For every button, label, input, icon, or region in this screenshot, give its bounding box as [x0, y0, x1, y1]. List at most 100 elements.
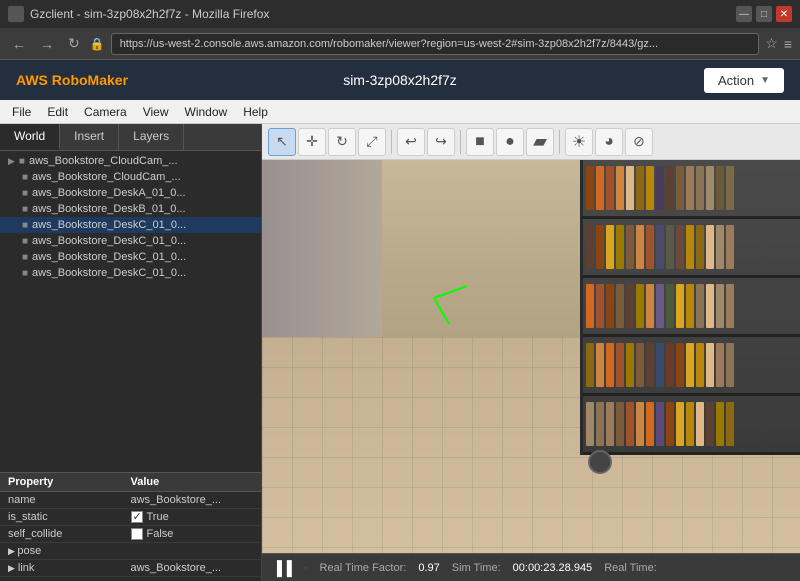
add-cylinder-button[interactable]: ▰: [526, 128, 554, 156]
prop-value-link: aws_Bookstore_...: [131, 562, 254, 574]
property-row-self-collide: self_collide False: [0, 526, 261, 543]
book-item: [696, 284, 704, 328]
property-row-pose[interactable]: pose: [0, 543, 261, 560]
shelf-row: [583, 160, 800, 219]
properties-header: Property Value: [0, 473, 261, 492]
book-item: [596, 225, 604, 269]
is-static-checkbox[interactable]: [131, 511, 143, 523]
property-row-link[interactable]: ▶link aws_Bookstore_...: [0, 560, 261, 577]
book-item: [666, 166, 674, 210]
book-item: [636, 284, 644, 328]
forward-button[interactable]: →: [36, 34, 58, 54]
book-item: [666, 402, 674, 446]
book-item: [596, 343, 604, 387]
action-button[interactable]: Action ▼: [704, 68, 784, 93]
scene-background: [262, 160, 800, 553]
menu-edit[interactable]: Edit: [39, 103, 76, 121]
rotate-tool-button[interactable]: ↻: [328, 128, 356, 156]
list-item[interactable]: ■ aws_Bookstore_DeskC_01_0...: [0, 217, 261, 233]
tab-insert[interactable]: Insert: [60, 124, 119, 150]
titlebar-text: Gzclient - sim-3zp08x2h2f7z - Mozilla Fi…: [30, 7, 736, 21]
add-spotlight-button[interactable]: ◕: [595, 128, 623, 156]
prop-name-label: self_collide: [8, 528, 131, 540]
maximize-button[interactable]: □: [756, 6, 772, 22]
book-item: [666, 284, 674, 328]
menu-window[interactable]: Window: [177, 103, 236, 121]
book-item: [606, 166, 614, 210]
list-item[interactable]: ■ aws_Bookstore_DeskC_01_0...: [0, 265, 261, 281]
book-item: [656, 284, 664, 328]
refresh-button[interactable]: ↻: [64, 33, 84, 54]
list-item[interactable]: ■ aws_Bookstore_DeskC_01_0...: [0, 233, 261, 249]
book-item: [726, 284, 734, 328]
addressbar: ← → ↻ 🔒 https://us-west-2.console.aws.am…: [0, 28, 800, 60]
add-sphere-button[interactable]: ●: [496, 128, 524, 156]
add-sun-button[interactable]: ☀: [565, 128, 593, 156]
add-directional-button[interactable]: ⊘: [625, 128, 653, 156]
book-item: [696, 343, 704, 387]
app-header: AWS RoboMaker sim-3zp08x2h2f7z Action ▼: [0, 60, 800, 100]
book-item: [706, 284, 714, 328]
main-content: World Insert Layers ▶ ■ aws_Bookstore_Cl…: [0, 124, 800, 581]
expand-link-icon: ▶: [8, 563, 15, 574]
menu-file[interactable]: File: [4, 103, 39, 121]
list-item[interactable]: ■ aws_Bookstore_DeskC_01_0...: [0, 249, 261, 265]
move-tool-button[interactable]: ✛: [298, 128, 326, 156]
book-item: [666, 225, 674, 269]
minimize-button[interactable]: —: [736, 6, 752, 22]
property-row-is-static: is_static True: [0, 509, 261, 526]
url-input[interactable]: https://us-west-2.console.aws.amazon.com…: [111, 33, 760, 55]
menu-camera[interactable]: Camera: [76, 103, 135, 121]
tab-world[interactable]: World: [0, 124, 60, 150]
book-item: [606, 402, 614, 446]
book-item: [616, 402, 624, 446]
close-button[interactable]: ✕: [776, 6, 792, 22]
model-icon: ■: [22, 172, 28, 183]
list-item[interactable]: ▶ ■ aws_Bookstore_CloudCam_...: [0, 153, 261, 169]
book-item: [616, 343, 624, 387]
bookmark-icon[interactable]: ☆: [765, 35, 778, 52]
book-item: [586, 402, 594, 446]
model-icon: ■: [19, 156, 25, 167]
ssl-lock-icon: 🔒: [90, 37, 105, 51]
3d-scene-canvas[interactable]: [262, 160, 800, 553]
book-item: [626, 343, 634, 387]
realtime-factor-value: 0.97: [418, 562, 439, 574]
book-item: [716, 225, 724, 269]
menu-help[interactable]: Help: [235, 103, 276, 121]
simulation-title: sim-3zp08x2h2f7z: [272, 72, 528, 88]
value-column-header: Value: [131, 476, 254, 488]
select-tool-button[interactable]: ↖: [268, 128, 296, 156]
book-item: [726, 225, 734, 269]
pause-button[interactable]: ▐▐: [272, 560, 292, 576]
self-collide-checkbox[interactable]: [131, 528, 143, 540]
x-axis: [434, 285, 468, 299]
menu-view[interactable]: View: [135, 103, 177, 121]
book-item: [636, 166, 644, 210]
book-item: [626, 166, 634, 210]
list-item[interactable]: ■ aws_Bookstore_CloudCam_...: [0, 169, 261, 185]
model-icon: ■: [22, 204, 28, 215]
status-bar: ▐▐ · Real Time Factor: 0.97 Sim Time: 00…: [262, 553, 800, 581]
tab-layers[interactable]: Layers: [119, 124, 184, 150]
sim-time-label: Sim Time:: [452, 562, 501, 574]
list-item[interactable]: ■ aws_Bookstore_DeskA_01_0...: [0, 185, 261, 201]
browser-menu-icon[interactable]: ≡: [784, 36, 792, 52]
back-button[interactable]: ←: [8, 34, 30, 54]
prop-name-label: is_static: [8, 511, 131, 523]
book-item: [706, 402, 714, 446]
model-icon: ■: [22, 252, 28, 263]
book-item: [686, 166, 694, 210]
sim-time-value: 00:00:23.28.945: [513, 562, 593, 574]
scale-tool-button[interactable]: ⤢: [358, 128, 386, 156]
redo-button[interactable]: ↪: [427, 128, 455, 156]
add-box-button[interactable]: ■: [466, 128, 494, 156]
undo-button[interactable]: ↩: [397, 128, 425, 156]
book-item: [716, 166, 724, 210]
book-item: [716, 402, 724, 446]
list-item[interactable]: ■ aws_Bookstore_DeskB_01_0...: [0, 201, 261, 217]
book-item: [686, 225, 694, 269]
shelf-row: [583, 337, 800, 396]
book-item: [716, 343, 724, 387]
book-item: [686, 343, 694, 387]
